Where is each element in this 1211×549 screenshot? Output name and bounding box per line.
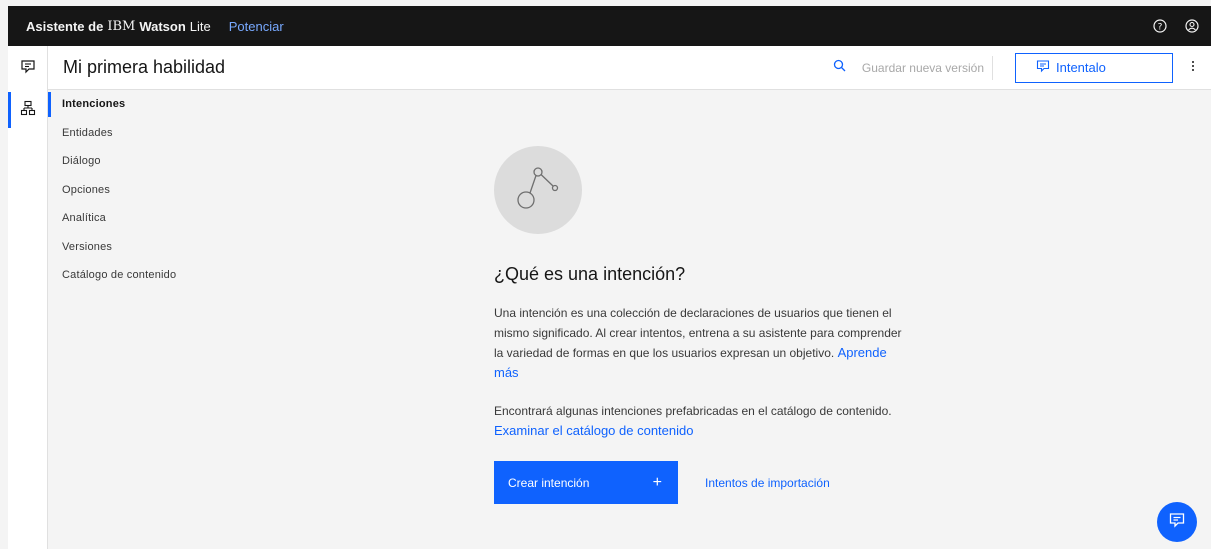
- save-new-version-button[interactable]: Guardar nueva versión: [862, 55, 993, 80]
- page-title: Mi primera habilidad: [63, 57, 226, 77]
- hero-illustration: [494, 146, 582, 234]
- nav-item-dialog[interactable]: Diálogo: [48, 147, 248, 176]
- nav-item-content-catalog[interactable]: Catálogo de contenido: [48, 261, 248, 290]
- import-intents-link[interactable]: Intentos de importación: [705, 476, 830, 490]
- catalog-hint: Encontrará algunas intenciones prefabric…: [494, 401, 914, 441]
- intent-description: Una intención es una colección de declar…: [494, 303, 914, 383]
- rail-item-assistants[interactable]: [8, 48, 48, 88]
- brand-lite: Lite: [189, 18, 211, 34]
- chat-icon: [20, 58, 36, 79]
- catalog-hint-text: Encontrará algunas intenciones prefabric…: [494, 404, 892, 418]
- add-icon: +: [652, 473, 662, 491]
- nav-item-analytics[interactable]: Analítica: [48, 204, 248, 233]
- overflow-menu-icon: [1191, 59, 1195, 77]
- search-icon: [833, 59, 846, 77]
- skills-tree-icon: [20, 100, 36, 121]
- nav-item-intents[interactable]: Intenciones: [48, 90, 248, 119]
- try-it-label: Intentalo: [1056, 60, 1106, 75]
- empty-state-heading: ¿Qué es una intención?: [494, 264, 686, 284]
- chat-bubble-icon: [1036, 59, 1056, 76]
- chat-launcher-button[interactable]: [1157, 502, 1197, 542]
- brand-watson: Watson: [139, 18, 186, 34]
- rail-item-skills[interactable]: [8, 90, 48, 130]
- brand-prefix: Asistente de: [26, 18, 104, 34]
- search-button[interactable]: [828, 56, 852, 80]
- brand-logo[interactable]: Asistente de IBM Watson Lite: [26, 19, 211, 34]
- upgrade-link[interactable]: Potenciar: [229, 19, 284, 34]
- nav-item-entities[interactable]: Entidades: [48, 119, 248, 148]
- browse-catalog-link[interactable]: Examinar el catálogo de contenido: [494, 423, 693, 438]
- overflow-menu-button[interactable]: [1175, 53, 1211, 83]
- top-bar: Asistente de IBM Watson Lite Potenciar ?: [8, 6, 1211, 46]
- create-intent-label: Crear intención: [508, 475, 590, 490]
- nav-item-options[interactable]: Opciones: [48, 176, 248, 205]
- chat-icon: [1168, 511, 1186, 534]
- try-it-button[interactable]: Intentalo: [1015, 52, 1173, 83]
- intent-graph-icon: [510, 160, 566, 221]
- page-header: Mi primera habilidad Guardar nueva versi…: [48, 46, 1211, 90]
- svg-text:?: ?: [1158, 23, 1163, 33]
- nav-item-versions[interactable]: Versiones: [48, 233, 248, 262]
- intents-empty-state: ¿Qué es una intención? Una intención es …: [494, 146, 914, 504]
- create-intent-button[interactable]: Crear intención +: [494, 461, 678, 504]
- user-avatar-icon[interactable]: [1185, 19, 1199, 33]
- help-icon[interactable]: ?: [1153, 19, 1167, 33]
- icon-rail: [8, 46, 48, 549]
- skill-nav: Intenciones Entidades Diálogo Opciones A…: [48, 90, 248, 290]
- brand-ibm: IBM: [107, 18, 136, 34]
